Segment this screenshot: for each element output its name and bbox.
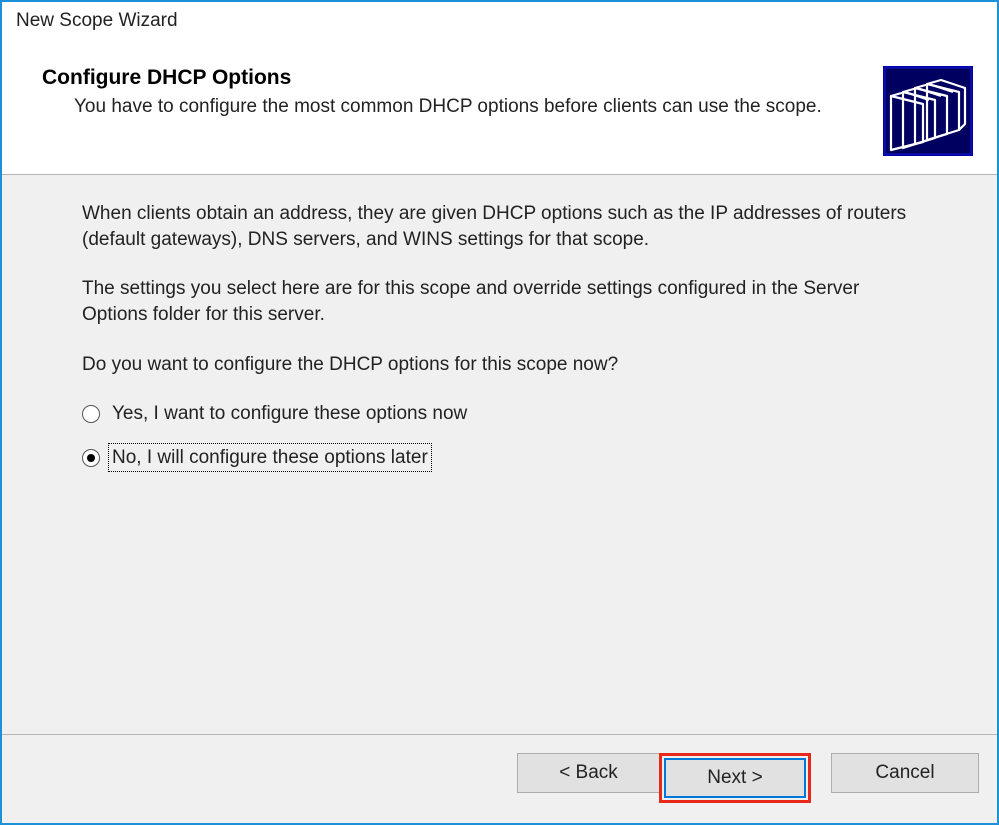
radio-label-yes: Yes, I want to configure these options n…	[110, 401, 469, 427]
window-title: New Scope Wizard	[2, 2, 997, 42]
radio-option-no[interactable]: No, I will configure these options later	[82, 445, 923, 471]
folder-stack-icon	[883, 66, 973, 156]
nav-button-group: < Back Next >	[517, 753, 831, 803]
back-button[interactable]: < Back	[517, 753, 659, 793]
content-question: Do you want to configure the DHCP option…	[82, 352, 923, 378]
wizard-window: New Scope Wizard Configure DHCP Options …	[0, 0, 999, 825]
radio-group: Yes, I want to configure these options n…	[82, 401, 923, 470]
radio-option-yes[interactable]: Yes, I want to configure these options n…	[82, 401, 923, 427]
header-text-block: Configure DHCP Options You have to confi…	[42, 66, 883, 120]
next-button-highlight: Next >	[659, 753, 811, 803]
header-subtitle: You have to configure the most common DH…	[42, 94, 867, 120]
radio-icon	[82, 405, 100, 423]
wizard-footer: < Back Next > Cancel	[2, 734, 997, 823]
content-paragraph-1: When clients obtain an address, they are…	[82, 201, 923, 252]
next-button[interactable]: Next >	[664, 758, 806, 798]
content-paragraph-2: The settings you select here are for thi…	[82, 276, 923, 327]
radio-icon	[82, 449, 100, 467]
wizard-content: When clients obtain an address, they are…	[2, 175, 997, 734]
radio-label-no: No, I will configure these options later	[110, 445, 430, 471]
header-title: Configure DHCP Options	[42, 66, 867, 90]
cancel-button[interactable]: Cancel	[831, 753, 979, 793]
wizard-header: Configure DHCP Options You have to confi…	[2, 42, 997, 175]
